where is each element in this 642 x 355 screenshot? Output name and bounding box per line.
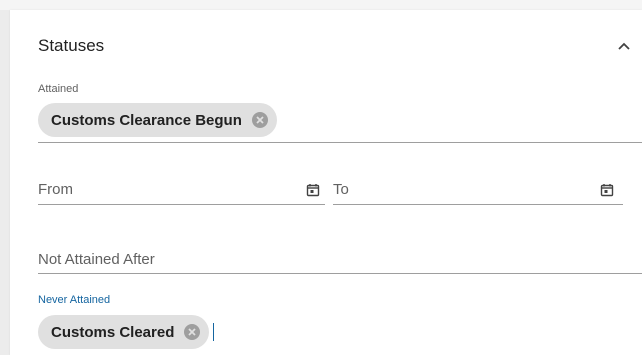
never-attained-chip[interactable]: Customs Cleared [38,315,210,349]
statuses-panel: Statuses Attained Customs Clearance Begu… [10,10,642,355]
text-cursor [213,323,214,341]
attained-underline [38,142,642,143]
cancel-circle-icon[interactable] [183,323,201,341]
never-attained-label: Never Attained [38,294,111,306]
chevron-up-icon [618,42,630,50]
collapse-button[interactable] [612,36,636,56]
attained-chip[interactable]: Customs Clearance Begun [38,103,277,137]
attained-label: Attained [38,83,79,95]
from-date-input[interactable]: From [38,181,73,198]
calendar-icon[interactable] [600,183,614,197]
cancel-circle-icon[interactable] [251,111,269,129]
to-date-underline [333,204,623,205]
chip-label: Customs Cleared [51,323,175,341]
not-attained-after-underline [38,273,642,274]
section-title: Statuses [38,36,105,55]
calendar-icon[interactable] [306,183,320,197]
chip-label: Customs Clearance Begun [51,111,242,129]
not-attained-after-input[interactable]: Not Attained After [38,251,155,268]
from-date-underline [38,204,325,205]
to-date-input[interactable]: To [333,181,349,198]
